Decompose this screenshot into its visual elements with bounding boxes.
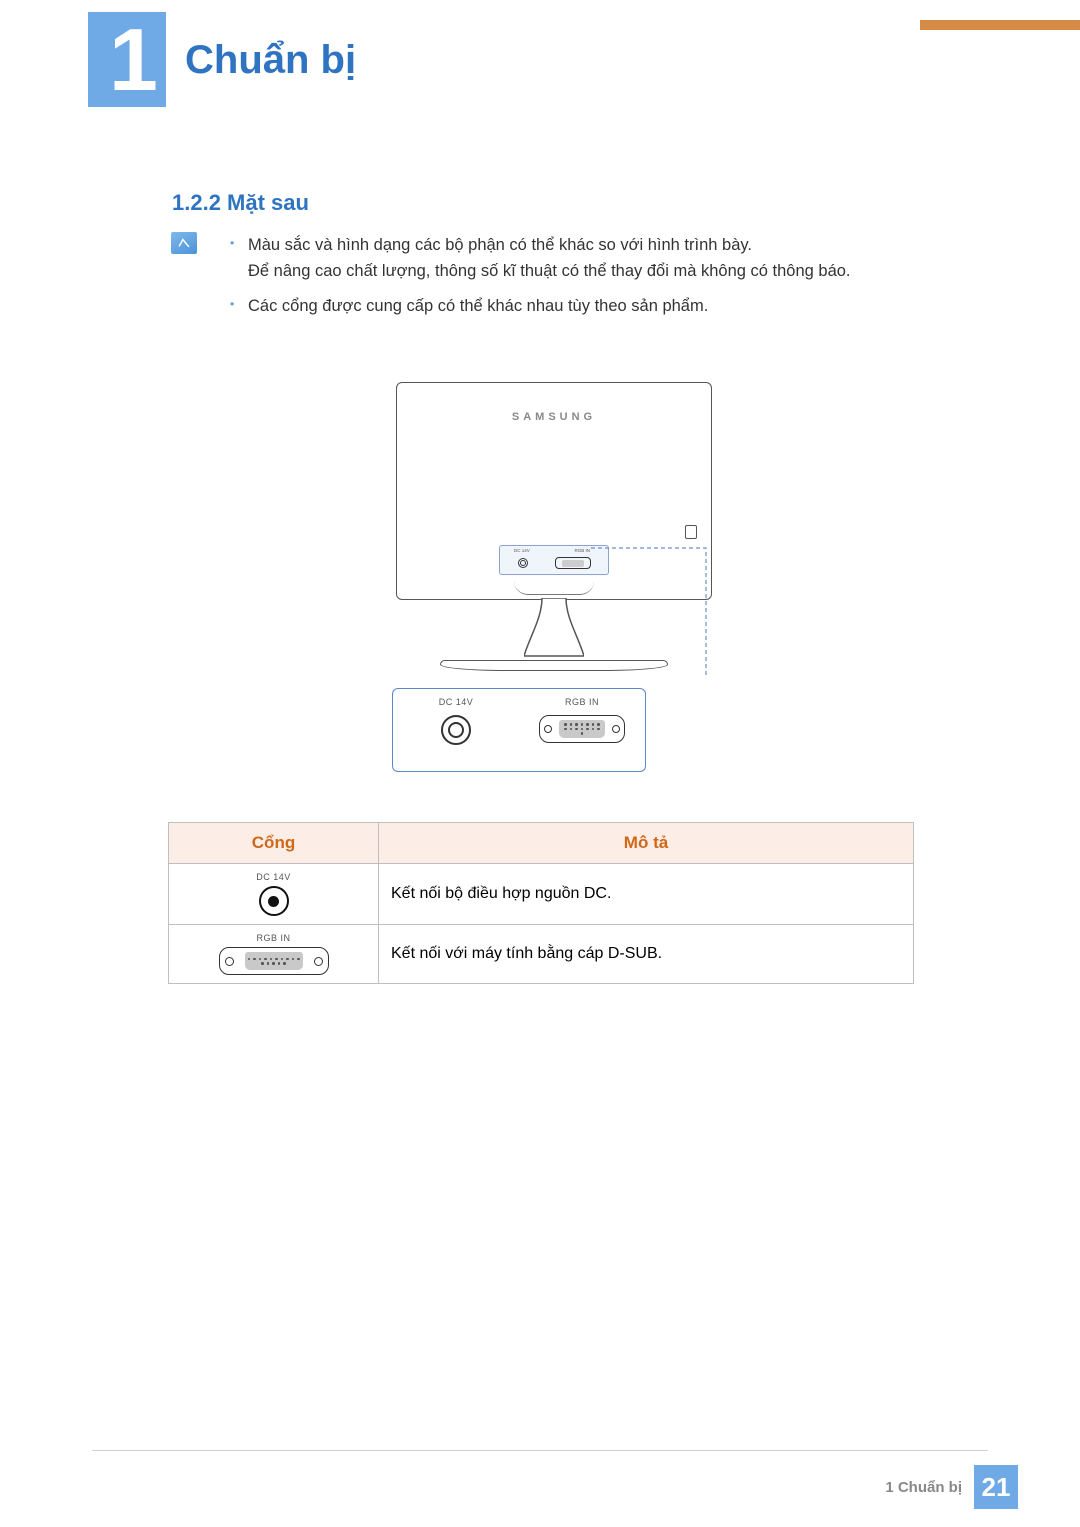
kensington-lock-icon [685,525,697,539]
dc-jack-icon [259,886,289,916]
port-panel: DC 14V RGB IN [499,545,609,575]
note-item: Màu sắc và hình dạng các bộ phận có thể … [230,232,950,285]
vga-port-icon [219,947,329,975]
chapter-number: 1 [88,12,166,107]
section-heading: 1.2.2 Mặt sau [172,190,309,216]
footer-divider [92,1450,988,1451]
dc-jack-icon [441,715,471,745]
monitor-neck [535,600,573,660]
panel-rgb-label: RGB IN [574,548,590,553]
vga-port-icon [555,557,591,569]
chapter-title: Chuẩn bị [185,38,356,83]
panel-dc-label: DC 14V [514,548,530,553]
ports-zoom-panel: DC 14V RGB IN [392,688,646,772]
row-port-label: RGB IN [256,933,290,943]
dc-jack-icon [518,558,528,568]
row-desc: Kết nối bộ điều hợp nguồn DC. [379,864,914,925]
ports-table: Cổng Mô tả DC 14V Kết nối bộ điều hợp ng… [168,822,914,984]
monitor-back: SAMSUNG DC 14V RGB IN [396,382,712,600]
note-item: Các cổng được cung cấp có thể khác nhau … [230,293,950,319]
table-row: RGB IN Kết nối với máy tính bằng cáp D-S… [169,925,914,984]
row-port-label: DC 14V [256,872,291,882]
neck-curve [514,581,594,595]
footer-chapter-ref: 1 Chuẩn bị [885,1479,962,1496]
table-header-port: Cổng [169,823,379,864]
vga-port-icon [539,715,625,743]
table-header-desc: Mô tả [379,823,914,864]
top-accent-bar [920,20,1080,30]
note-list: Màu sắc và hình dạng các bộ phận có thể … [230,232,950,327]
note-icon [171,232,197,254]
row-desc: Kết nối với máy tính bằng cáp D-SUB. [379,925,914,984]
zoom-dc-label: DC 14V [439,697,474,707]
zoom-rgb-label: RGB IN [565,697,599,707]
brand-label: SAMSUNG [397,411,711,423]
page-footer: 1 Chuẩn bị 21 [885,1465,1018,1509]
page-number: 21 [974,1465,1018,1509]
table-row: DC 14V Kết nối bộ điều hợp nguồn DC. [169,864,914,925]
